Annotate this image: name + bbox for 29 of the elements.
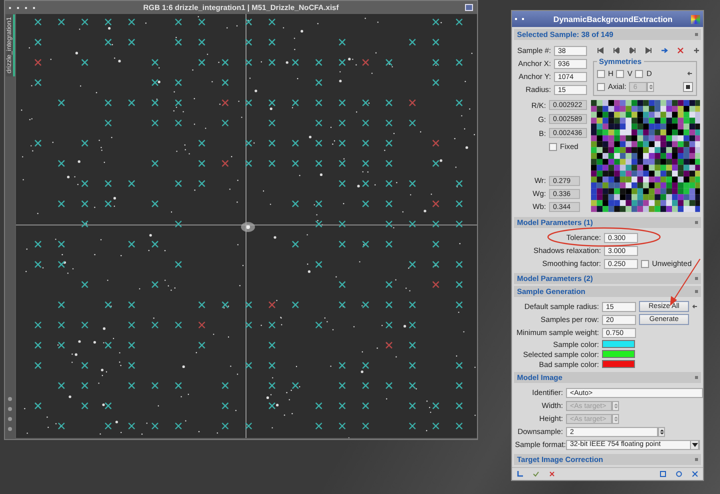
color-swatch[interactable] <box>602 360 635 368</box>
checkbox[interactable] <box>635 70 644 78</box>
square-icon <box>686 84 690 88</box>
last-icon[interactable] <box>645 47 652 54</box>
first-icon[interactable] <box>597 47 604 54</box>
checkbox[interactable] <box>641 260 649 268</box>
checkbox[interactable] <box>549 142 557 150</box>
maximize-icon[interactable] <box>464 4 473 11</box>
spin-arrows-icon <box>612 414 619 424</box>
color-swatch[interactable] <box>602 340 635 348</box>
preview-icon[interactable] <box>660 471 666 477</box>
apply-icon[interactable] <box>533 471 539 477</box>
spin-arrows-icon <box>612 400 619 410</box>
close-icon[interactable] <box>549 471 555 477</box>
previous-icon[interactable] <box>613 47 620 54</box>
spin-arrows-icon[interactable] <box>658 426 665 436</box>
view-controls-icon[interactable] <box>8 397 12 431</box>
arrow-right-icon[interactable] <box>661 47 668 54</box>
dropdown-arrow-icon[interactable] <box>690 440 699 450</box>
pin-button[interactable] <box>683 82 693 92</box>
add-icon[interactable] <box>693 47 700 54</box>
next-icon[interactable] <box>629 47 636 54</box>
checkbox[interactable] <box>616 70 624 78</box>
spin-arrows-icon <box>647 82 654 92</box>
delete-icon[interactable] <box>677 47 684 54</box>
color-swatch[interactable] <box>602 350 635 358</box>
window-title: DynamicBackgroundExtraction <box>553 14 673 24</box>
checkbox[interactable] <box>597 70 605 78</box>
app-logo-icon <box>690 14 700 24</box>
